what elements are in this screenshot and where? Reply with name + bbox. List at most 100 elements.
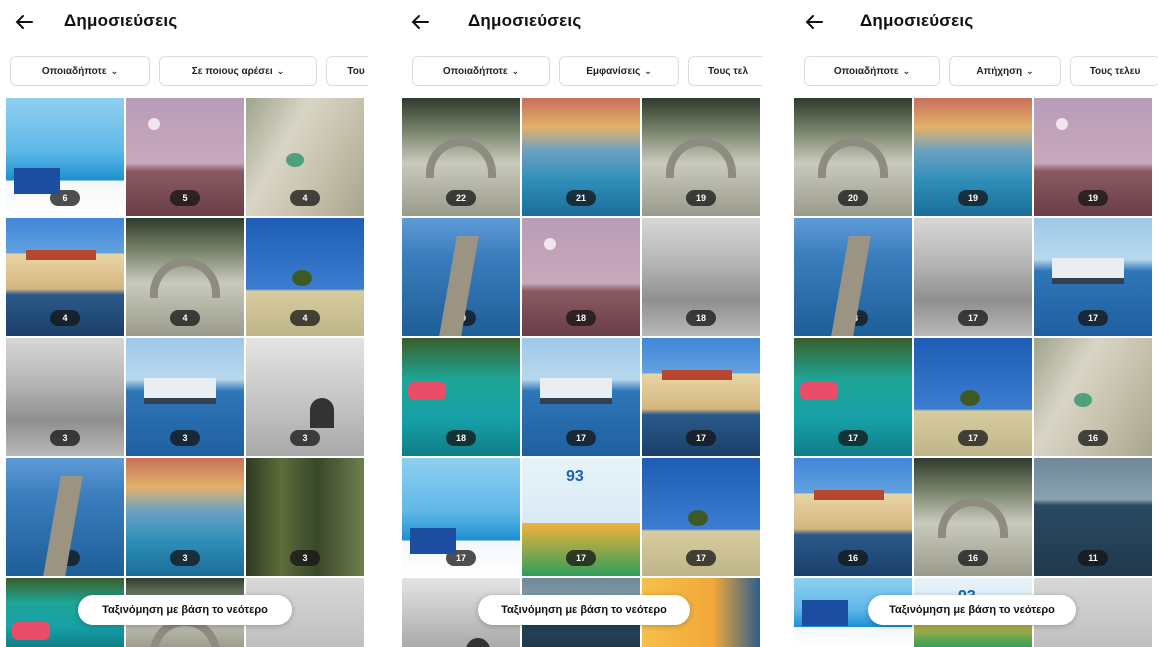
post-thumbnail[interactable]: 16 (794, 458, 912, 576)
post-count-badge: 17 (686, 550, 716, 566)
post-thumbnail[interactable]: 17 (914, 218, 1032, 336)
chevron-down-icon: ⌄ (902, 65, 911, 76)
post-thumbnail[interactable]: 3 (246, 458, 364, 576)
post-thumbnail[interactable]: 3 (126, 458, 244, 576)
filter-time-dropdown[interactable]: Οποιαδήποτε ⌄ (412, 56, 550, 86)
post-thumbnail[interactable]: 4 (246, 218, 364, 336)
post-count-badge: 5 (170, 190, 200, 206)
filter-period-dropdown[interactable]: Του (326, 56, 368, 86)
sort-newest-button[interactable]: Ταξινόμηση με βάση το νεότερο (868, 595, 1076, 625)
post-thumbnail[interactable]: 6 (6, 98, 124, 216)
post-thumbnail[interactable]: 3 (6, 458, 124, 576)
filter-metric-dropdown[interactable]: Εμφανίσεις ⌄ (559, 56, 679, 86)
filter-time-dropdown[interactable]: Οποιαδήποτε ⌄ (10, 56, 150, 86)
filter-label: Οποιαδήποτε (41, 65, 107, 77)
post-count-badge: 19 (1078, 190, 1108, 206)
post-thumbnail[interactable]: 4 (246, 98, 364, 216)
post-count-badge: 19 (686, 190, 716, 206)
sort-newest-button[interactable]: Ταξινόμηση με βάση το νεότερο (78, 595, 292, 625)
sort-newest-button[interactable]: Ταξινόμηση με βάση το νεότερο (478, 595, 690, 625)
back-arrow-icon[interactable] (408, 10, 432, 34)
post-count-badge: 19 (446, 310, 476, 326)
filter-label: Οποιαδήποτε (442, 65, 508, 77)
posts-panel-2: Δημοσιεύσεις Οποιαδήποτε ⌄ Εμφανίσεις ⌄ Το… (396, 0, 762, 647)
page-title: Δημοσιεύσεις (860, 11, 974, 30)
post-thumbnail[interactable]: 3 (6, 338, 124, 456)
post-thumbnail[interactable]: 17 (642, 338, 760, 456)
filter-time-dropdown[interactable]: Οποιαδήποτε ⌄ (804, 56, 940, 86)
post-thumbnail[interactable]: 4 (6, 218, 124, 336)
post-thumbnail[interactable]: 11 (1034, 458, 1152, 576)
post-count-badge: 3 (170, 550, 200, 566)
post-count-badge: 16 (1078, 430, 1108, 446)
post-thumbnail[interactable]: 18 (402, 338, 520, 456)
post-thumbnail[interactable]: 17 (522, 458, 640, 576)
post-thumbnail[interactable]: 17 (914, 338, 1032, 456)
post-thumbnail[interactable]: 20 (794, 98, 912, 216)
filter-metric-dropdown[interactable]: Σε ποιους αρέσει ⌄ (159, 56, 317, 86)
post-thumbnail[interactable]: 18 (522, 218, 640, 336)
post-thumbnail[interactable]: 5 (126, 98, 244, 216)
back-arrow-icon[interactable] (802, 10, 826, 34)
post-thumbnail[interactable]: 3 (246, 338, 364, 456)
post-thumbnail[interactable]: 19 (402, 218, 520, 336)
filter-period-dropdown[interactable]: Τους τελ (688, 56, 762, 86)
post-count-badge: 6 (50, 190, 80, 206)
back-arrow-icon[interactable] (12, 10, 36, 34)
post-thumbnail[interactable]: 19 (1034, 98, 1152, 216)
post-thumbnail[interactable]: 17 (402, 458, 520, 576)
post-thumbnail[interactable]: 21 (522, 98, 640, 216)
post-count-badge: 11 (1078, 550, 1108, 566)
filter-label: Οποιαδήποτε (833, 65, 899, 77)
top-bar: Δημοσιεύσεις (790, 0, 1158, 44)
post-count-badge: 17 (446, 550, 476, 566)
post-thumbnail[interactable]: 17 (522, 338, 640, 456)
filter-label: Απήχηση (976, 65, 1023, 77)
page-title: Δημοσιεύσεις (64, 11, 178, 30)
post-thumbnail[interactable]: 16 (1034, 338, 1152, 456)
posts-grid: 22 21 19 19 18 18 18 17 17 17 17 17 (402, 98, 760, 576)
post-thumbnail[interactable]: 17 (642, 458, 760, 576)
post-count-badge: 18 (566, 310, 596, 326)
chevron-down-icon: ⌄ (1026, 65, 1034, 76)
post-count-badge: 18 (686, 310, 716, 326)
post-thumbnail[interactable]: 18 (794, 218, 912, 336)
posts-grid: 6 5 4 4 4 4 3 3 3 3 3 3 (6, 98, 364, 576)
post-thumbnail[interactable]: 3 (126, 338, 244, 456)
post-count-badge: 22 (446, 190, 476, 206)
post-thumbnail[interactable]: 22 (402, 98, 520, 216)
post-thumbnail[interactable]: 17 (1034, 218, 1152, 336)
filter-period-dropdown[interactable]: Τους τελευ (1070, 56, 1158, 86)
posts-grid: 20 19 19 18 17 17 17 17 16 16 16 11 (794, 98, 1152, 576)
post-count-badge: 16 (838, 550, 868, 566)
chevron-down-icon: ⌄ (644, 65, 652, 76)
post-thumbnail[interactable]: 19 (642, 98, 760, 216)
posts-panel-1: Δημοσιεύσεις Οποιαδήποτε ⌄ Σε ποιους αρέσ… (0, 0, 368, 647)
filter-bar: Οποιαδήποτε ⌄ Σε ποιους αρέσει ⌄ Του (10, 56, 368, 88)
post-count-badge: 17 (566, 550, 596, 566)
post-thumbnail[interactable]: 4 (126, 218, 244, 336)
post-thumbnail[interactable]: 16 (914, 458, 1032, 576)
post-count-badge: 17 (686, 430, 716, 446)
post-count-badge: 17 (1078, 310, 1108, 326)
post-count-badge: 4 (50, 310, 80, 326)
post-count-badge: 3 (290, 550, 320, 566)
filter-label: Τους τελ (707, 65, 749, 77)
post-count-badge: 18 (446, 430, 476, 446)
post-count-badge: 3 (50, 430, 80, 446)
filter-bar: Οποιαδήποτε ⌄ Εμφανίσεις ⌄ Τους τελ (412, 56, 762, 88)
filter-label: Του (347, 65, 365, 77)
filter-bar: Οποιαδήποτε ⌄ Απήχηση ⌄ Τους τελευ (804, 56, 1158, 88)
page-title: Δημοσιεύσεις (468, 11, 582, 30)
chevron-down-icon: ⌄ (276, 65, 285, 76)
chevron-down-icon: ⌄ (110, 65, 119, 76)
filter-label: Εμφανίσεις (586, 65, 641, 77)
filter-metric-dropdown[interactable]: Απήχηση ⌄ (949, 56, 1061, 86)
post-thumbnail[interactable]: 17 (794, 338, 912, 456)
post-count-badge: 19 (958, 190, 988, 206)
post-count-badge: 17 (566, 430, 596, 446)
post-thumbnail[interactable]: 19 (914, 98, 1032, 216)
post-thumbnail[interactable]: 18 (642, 218, 760, 336)
post-count-badge: 17 (958, 430, 988, 446)
post-count-badge: 17 (838, 430, 868, 446)
